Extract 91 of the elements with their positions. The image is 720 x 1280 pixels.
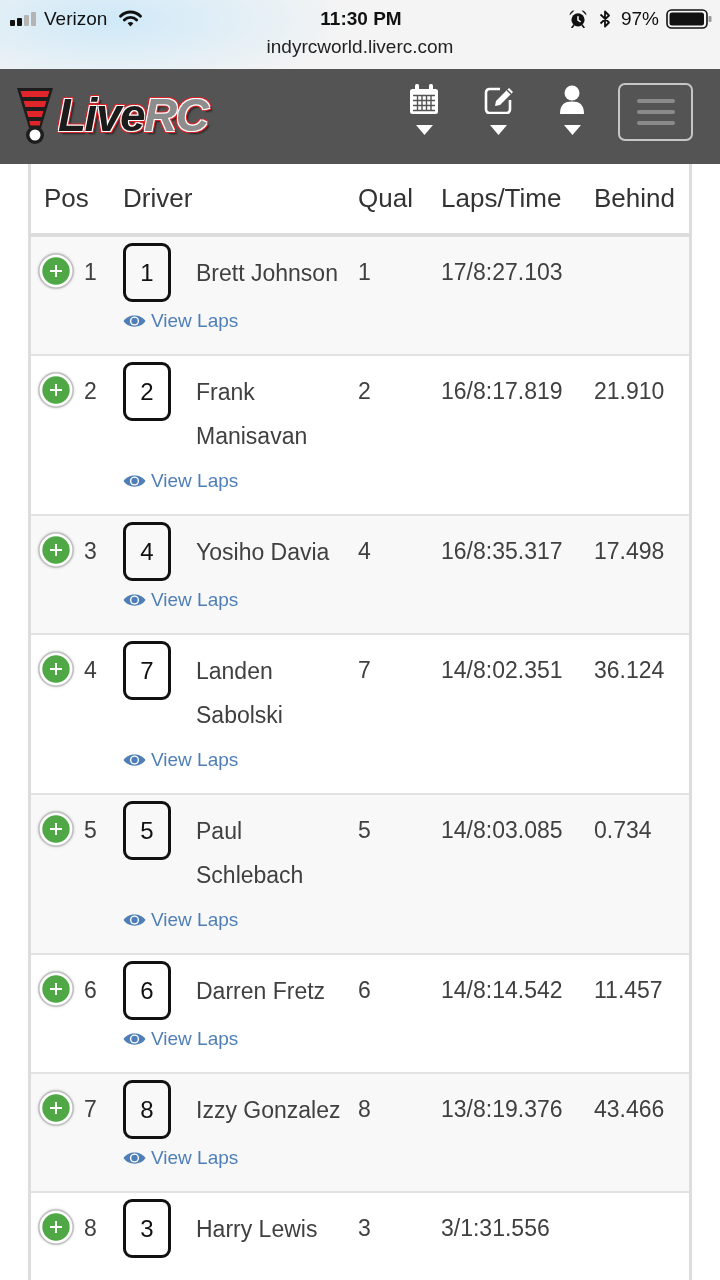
position: 3 xyxy=(84,537,97,566)
view-laps-link[interactable]: View Laps xyxy=(123,1145,239,1171)
column-header: Pos xyxy=(44,183,89,214)
qualifying-position: 3 xyxy=(358,1214,371,1243)
signal-icon xyxy=(10,11,38,26)
view-laps-link[interactable]: View Laps xyxy=(123,587,239,613)
car-number: 1 xyxy=(123,243,171,302)
eye-icon xyxy=(123,753,146,767)
position: 7 xyxy=(84,1095,97,1124)
car-number: 5 xyxy=(123,801,171,860)
plus-icon[interactable] xyxy=(38,371,74,408)
plus-icon[interactable] xyxy=(38,650,74,687)
driver-name: Frank Manisavan xyxy=(196,378,309,451)
view-laps-link[interactable]: View Laps xyxy=(123,1026,239,1052)
plus-icon[interactable] xyxy=(38,810,74,847)
plus-icon[interactable] xyxy=(38,252,74,289)
time-behind: 21.910 xyxy=(594,377,665,406)
car-number: 3 xyxy=(123,1199,171,1258)
qualifying-position: 5 xyxy=(358,816,371,845)
laps-time: 14/8:14.542 xyxy=(441,976,563,1005)
column-header: Qual xyxy=(358,183,413,214)
position: 2 xyxy=(84,377,97,406)
column-header: Laps/Time xyxy=(441,183,562,214)
eye-icon xyxy=(123,1151,146,1165)
laps-time: 17/8:27.103 xyxy=(441,258,563,287)
car-number: 4 xyxy=(123,522,171,581)
logo-icon xyxy=(15,85,55,145)
view-laps-link[interactable]: View Laps xyxy=(123,308,239,334)
time-behind: 11.457 xyxy=(594,976,663,1005)
column-header: Driver xyxy=(123,183,193,214)
qualifying-position: 7 xyxy=(358,656,371,685)
plus-icon[interactable] xyxy=(38,1208,74,1245)
battery-icon xyxy=(666,8,712,29)
logo-link[interactable]: LiveRC xyxy=(15,85,208,145)
laps-time: 14/8:02.351 xyxy=(441,656,563,685)
carrier-name: Verizon xyxy=(44,7,108,30)
driver-name: Brett Johnson xyxy=(196,259,338,288)
car-number: 2 xyxy=(123,362,171,421)
eye-icon xyxy=(123,913,146,927)
eye-icon xyxy=(123,593,146,607)
car-number: 7 xyxy=(123,641,171,700)
column-header: Behind xyxy=(594,183,675,214)
qualifying-position: 1 xyxy=(358,258,371,287)
car-number: 6 xyxy=(123,961,171,1020)
eye-icon xyxy=(123,474,146,488)
wifi-icon xyxy=(119,10,143,27)
menu-button[interactable] xyxy=(618,83,693,141)
driver-name: Paul Schlebach xyxy=(196,817,305,890)
laps-time: 3/1:31.556 xyxy=(441,1214,550,1243)
user-icon xyxy=(557,84,587,114)
qualifying-position: 8 xyxy=(358,1095,371,1124)
driver-name: Izzy Gonzalez xyxy=(196,1096,341,1125)
laps-time: 14/8:03.085 xyxy=(441,816,563,845)
view-laps-link[interactable]: View Laps xyxy=(123,907,239,933)
caret-icon xyxy=(563,125,581,135)
driver-name: Landen Sabolski xyxy=(196,657,284,730)
view-laps-link[interactable]: View Laps xyxy=(123,468,239,494)
plus-icon[interactable] xyxy=(38,970,74,1007)
driver-name: Harry Lewis xyxy=(196,1215,318,1244)
laps-time: 16/8:35.317 xyxy=(441,537,563,566)
position: 8 xyxy=(84,1214,97,1243)
time-behind: 0.734 xyxy=(594,816,652,845)
qualifying-position: 4 xyxy=(358,537,371,566)
driver-name: Yosiho Davia xyxy=(196,538,330,567)
qualifying-position: 2 xyxy=(358,377,371,406)
menu-icon xyxy=(636,99,675,125)
clock-time: 11:30 PM xyxy=(320,7,402,30)
driver-name: Darren Fretz xyxy=(196,977,326,1006)
time-behind: 17.498 xyxy=(594,537,665,566)
time-behind: 36.124 xyxy=(594,656,665,685)
position: 5 xyxy=(84,816,97,845)
position: 6 xyxy=(84,976,97,1005)
caret-icon xyxy=(489,125,507,135)
car-number: 8 xyxy=(123,1080,171,1139)
battery-percentage: 97% xyxy=(620,7,659,30)
laps-time: 13/8:19.376 xyxy=(441,1095,563,1124)
alarm-clock-icon xyxy=(568,9,587,28)
position: 4 xyxy=(84,656,97,685)
laps-time: 16/8:17.819 xyxy=(441,377,563,406)
calendar-icon xyxy=(409,84,439,114)
plus-icon[interactable] xyxy=(38,531,74,568)
eye-icon xyxy=(123,1032,146,1046)
position: 1 xyxy=(84,258,97,287)
view-laps-link[interactable]: View Laps xyxy=(123,747,239,773)
time-behind: 43.466 xyxy=(594,1095,665,1124)
caret-icon xyxy=(415,125,433,135)
bluetooth-icon xyxy=(598,8,611,29)
eye-icon xyxy=(123,314,146,328)
plus-icon[interactable] xyxy=(38,1089,74,1126)
qualifying-position: 6 xyxy=(358,976,371,1005)
url-text[interactable]: indyrcworld.liverc.com xyxy=(266,37,454,57)
